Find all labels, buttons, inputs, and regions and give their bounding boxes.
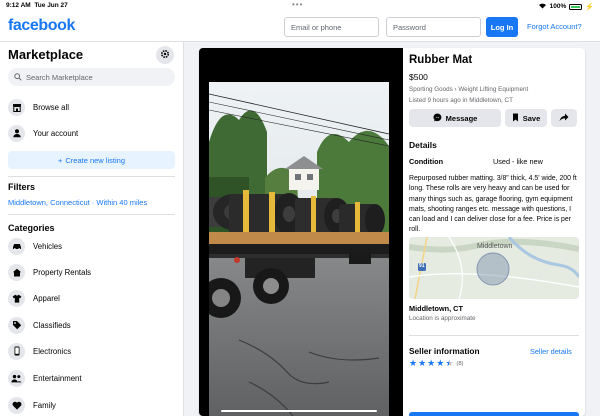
location-note: Location is approximate	[409, 315, 476, 322]
listing-description: Repurposed rubber matting. 3/8" thick, 4…	[409, 175, 577, 234]
sidebar-item-label: Classifieds	[33, 320, 71, 330]
sidebar-item-browse-all[interactable]: Browse all	[8, 96, 175, 118]
sidebar-item-property-rentals[interactable]: Property Rentals	[8, 261, 175, 283]
listing-price: $500	[409, 72, 428, 82]
main-content: Rubber Mat $500 Sporting Goods › Weight …	[184, 42, 600, 416]
status-right: 100% ⚡	[538, 2, 594, 11]
create-listing-label: Create new listing	[65, 155, 125, 165]
password-field[interactable]	[386, 17, 481, 37]
shirt-icon	[8, 289, 25, 307]
user-icon	[8, 124, 25, 142]
star-icon: ★	[418, 358, 427, 368]
bookmark-icon	[512, 113, 519, 124]
filters-heading: Filters	[8, 182, 36, 192]
listed-time: Listed 9 hours ago in Middletown, CT	[409, 97, 513, 104]
people-icon	[8, 369, 25, 387]
sidebar-item-your-account[interactable]: Your account	[8, 122, 175, 144]
messenger-icon	[433, 113, 442, 124]
video-scrubber[interactable]	[221, 410, 377, 412]
listing-info-panel: Rubber Mat $500 Sporting Goods › Weight …	[403, 48, 585, 416]
tag-icon	[8, 316, 25, 334]
multitasking-dots[interactable]: •••	[292, 0, 303, 9]
share-button[interactable]	[551, 109, 577, 127]
charging-icon: ⚡	[585, 3, 594, 11]
sidebar-item-label: Vehicles	[33, 241, 63, 251]
sidebar-item-label: Electronics	[33, 346, 72, 356]
status-time: 9:12 AM Tue Jun 27	[6, 2, 68, 9]
categories-heading: Categories	[8, 223, 55, 233]
star-icon: ★	[409, 358, 418, 368]
rating-count: (8)	[456, 360, 464, 367]
storefront-icon	[8, 98, 25, 116]
sidebar-item-electronics[interactable]: Electronics	[8, 340, 175, 362]
map-city-label: Middletown	[477, 243, 513, 250]
sidebar-item-apparel[interactable]: Apparel	[8, 287, 175, 309]
sidebar-item-entertainment[interactable]: Entertainment	[8, 367, 175, 389]
message-label: Message	[445, 113, 478, 123]
house-icon	[8, 263, 25, 281]
save-button[interactable]: Save	[505, 109, 547, 127]
sidebar-item-label: Entertainment	[33, 373, 82, 383]
marketplace-sidebar: Marketplace Search Marketplace Browse al…	[0, 42, 184, 416]
sidebar-item-label: Apparel	[33, 293, 60, 303]
login-button[interactable]: Log In	[486, 17, 518, 37]
sidebar-item-family[interactable]: Family	[8, 394, 175, 416]
seller-rating: ★ ★ ★ ★ ★ (8)	[409, 359, 463, 368]
seller-details-link[interactable]: Seller details	[530, 347, 572, 356]
location-map[interactable]: Middletown 91	[409, 237, 579, 299]
sidebar-item-label: Property Rentals	[33, 267, 92, 277]
share-icon	[559, 113, 569, 124]
sidebar-item-label: Browse all	[33, 102, 69, 112]
location-filter-link[interactable]: Middletown, Connecticut · Within 40 mile…	[8, 198, 147, 207]
listing-photo	[209, 82, 389, 416]
condition-value: Used - like new	[493, 157, 543, 166]
phone-icon	[8, 342, 25, 360]
divider	[8, 176, 175, 177]
sidebar-item-label: Family	[33, 400, 56, 410]
listing-card: Rubber Mat $500 Sporting Goods › Weight …	[199, 48, 585, 416]
save-label: Save	[522, 113, 541, 123]
listing-title: Rubber Mat	[409, 54, 473, 66]
plus-icon: +	[57, 155, 63, 165]
forgot-account-link[interactable]: Forgot Account?	[527, 22, 582, 31]
wifi-icon	[538, 2, 547, 11]
battery-icon	[569, 3, 583, 10]
search-icon	[14, 68, 22, 86]
sidebar-item-vehicles[interactable]: Vehicles	[8, 235, 175, 257]
status-bar: 9:12 AM Tue Jun 27 ••• 100% ⚡	[0, 0, 600, 12]
details-heading: Details	[409, 140, 437, 150]
sidebar-title: Marketplace	[8, 47, 84, 62]
category-breadcrumb[interactable]: Sporting Goods › Weight Lifting Equipmen…	[409, 86, 528, 93]
message-button[interactable]: Message	[409, 109, 501, 127]
gear-icon	[160, 46, 170, 64]
sidebar-item-classifieds[interactable]: Classifieds	[8, 314, 175, 336]
condition-label: Condition	[409, 157, 444, 166]
divider	[409, 335, 579, 336]
search-placeholder: Search Marketplace	[26, 72, 93, 82]
search-input[interactable]: Search Marketplace	[8, 68, 175, 86]
email-field[interactable]	[284, 17, 379, 37]
star-icon: ★	[436, 358, 445, 368]
star-icon: ★	[427, 358, 436, 368]
create-listing-button[interactable]: + Create new listing	[8, 151, 175, 169]
facebook-logo[interactable]: facebook	[8, 17, 75, 35]
location-city: Middletown, CT	[409, 304, 463, 313]
seller-info-heading: Seller information	[409, 346, 480, 356]
route-shield-label: 91	[419, 263, 425, 269]
half-star-icon: ★	[445, 358, 454, 368]
settings-button[interactable]	[156, 46, 174, 64]
heart-icon	[8, 396, 25, 414]
battery-percent: 100%	[549, 3, 567, 10]
send-message-button[interactable]	[409, 412, 579, 416]
listing-media-viewer[interactable]	[199, 48, 403, 416]
car-icon	[8, 237, 25, 255]
top-header: facebook Log In Forgot Account?	[0, 12, 600, 42]
divider	[8, 214, 175, 215]
sidebar-item-label: Your account	[33, 128, 79, 138]
